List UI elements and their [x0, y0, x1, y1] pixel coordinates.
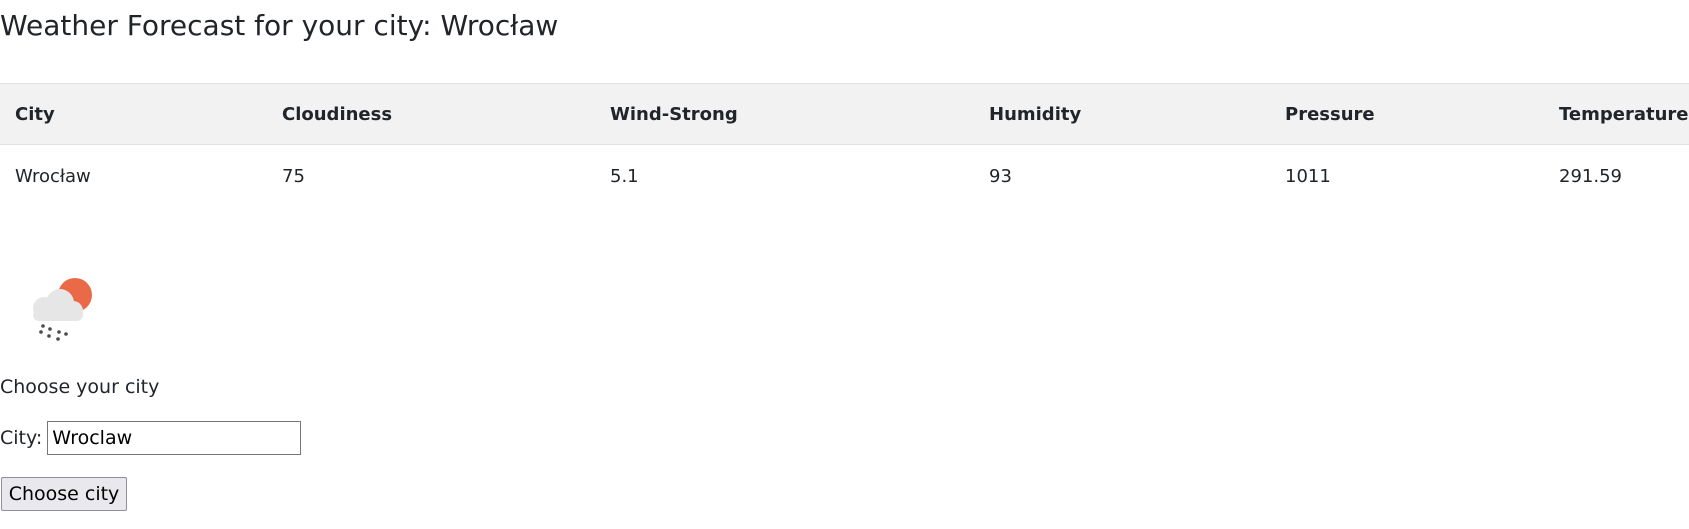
- weather-table: City Cloudiness Wind-Strong Humidity Pre…: [0, 83, 1689, 207]
- cell-city: Wrocław: [15, 165, 91, 187]
- city-field-row: City:: [0, 420, 302, 456]
- column-header-city: City: [0, 83, 267, 145]
- cloud-rain-sun-icon: [33, 278, 92, 341]
- column-header-pressure: Pressure: [1270, 83, 1544, 145]
- choose-city-button[interactable]: Choose city: [1, 477, 127, 511]
- page-title: Weather Forecast for your city: Wrocław: [0, 9, 559, 42]
- city-label: City:: [0, 427, 43, 449]
- cell-wind-strong: 5.1: [610, 165, 639, 187]
- cell-cloudiness: 75: [282, 165, 305, 187]
- choose-city-heading: Choose your city: [0, 376, 160, 398]
- cell-pressure: 1011: [1285, 165, 1331, 187]
- column-header-wind-strong: Wind-Strong: [595, 83, 974, 145]
- cell-temperature: 291.59: [1559, 165, 1622, 187]
- table-row: Wrocław 75 5.1 93 1011 291.59: [0, 145, 1689, 208]
- column-header-temperature: Temperature: [1544, 83, 1689, 145]
- cell-humidity: 93: [989, 165, 1012, 187]
- city-input[interactable]: [47, 421, 302, 455]
- column-header-humidity: Humidity: [974, 83, 1270, 145]
- table-header-row: City Cloudiness Wind-Strong Humidity Pre…: [0, 83, 1689, 145]
- column-header-cloudiness: Cloudiness: [267, 83, 595, 145]
